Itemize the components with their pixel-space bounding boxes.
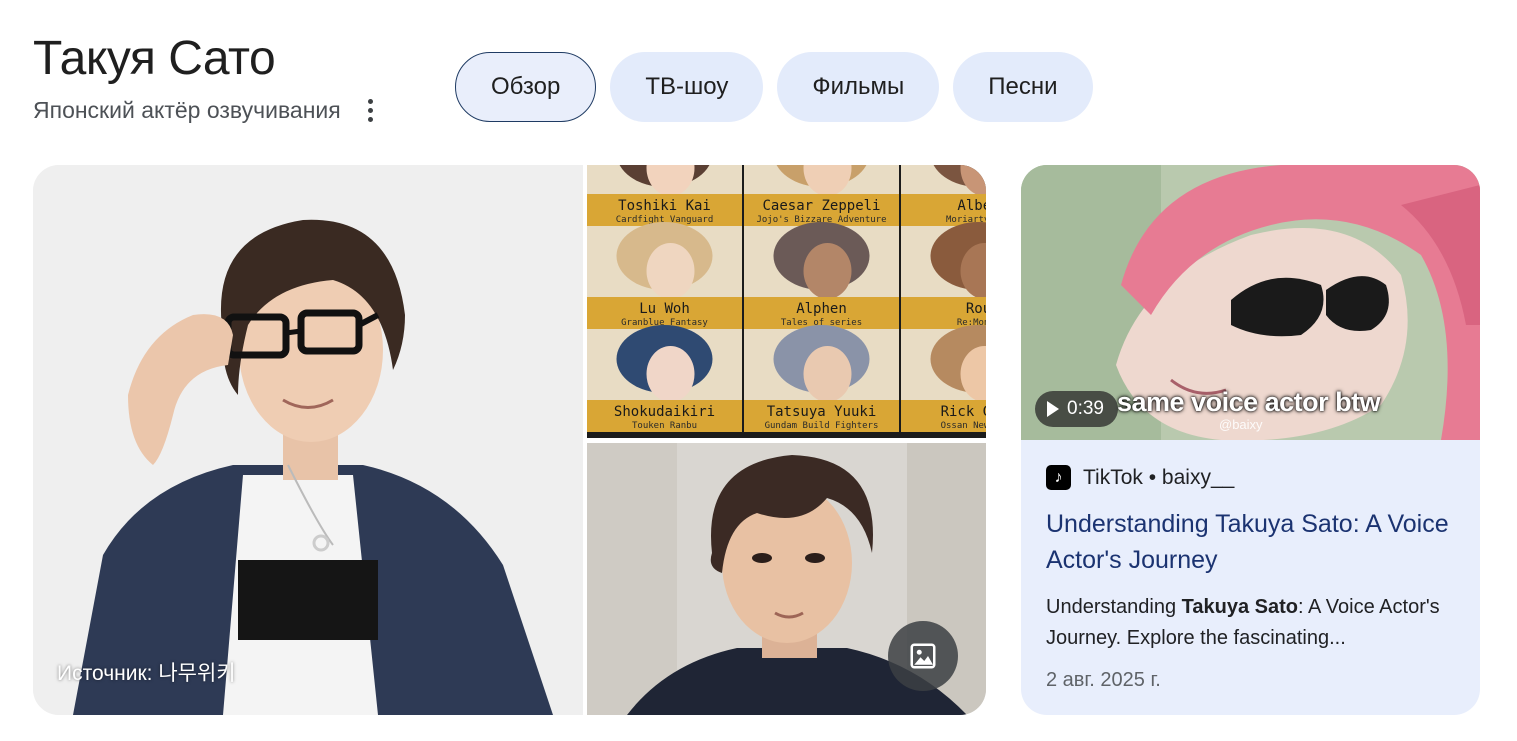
collage-character-name: Alber — [957, 198, 986, 214]
video-duration-badge: 0:39 — [1035, 391, 1118, 427]
collage-cell: Rick GlacOssan Newbie A — [901, 325, 986, 432]
tab-songs[interactable]: Песни — [953, 52, 1093, 122]
more-dot-icon — [368, 116, 374, 122]
video-snippet: Understanding Takuya Sato: A Voice Actor… — [1046, 592, 1460, 654]
collage-character-name: Lu Woh — [639, 301, 690, 317]
collage-character-name: Tatsuya Yuuki — [767, 404, 877, 420]
collage-series-name: Gundam Build Fighters — [765, 421, 879, 431]
more-options-button[interactable] — [359, 96, 383, 124]
subtitle-row: Японский актёр озвучивания — [33, 96, 383, 124]
play-icon — [1047, 401, 1059, 417]
collage-cell: Toshiki KaiCardfight Vanguard — [587, 165, 742, 226]
collage-cell: AlberMoriarty the — [901, 165, 986, 226]
collage-character-name: Rou — [966, 301, 986, 317]
collage-cell: Caesar ZeppeliJojo's Bizzare Adventure — [744, 165, 899, 226]
filter-tabs: Обзор ТВ-шоу Фильмы Песни — [455, 52, 1093, 122]
thumbnail-caption: same voice actor btw — [1117, 387, 1381, 417]
collage-character-name: Shokudaikiri — [614, 404, 715, 420]
tab-tv-shows[interactable]: ТВ-шоу — [610, 52, 764, 122]
snippet-highlight: Takuya Sato — [1181, 596, 1298, 618]
portrait-photo[interactable]: Источник: 나무위키 — [33, 165, 583, 715]
collage-character-name: Rick Glac — [941, 404, 986, 420]
video-title[interactable]: Understanding Takuya Sato: A Voice Actor… — [1046, 506, 1460, 578]
collage-character-name: Toshiki Kai — [618, 198, 711, 214]
video-info: ♪ TikTok • baixy__ Understanding Takuya … — [1046, 465, 1460, 692]
character-collage[interactable]: Toshiki Kai Cardfight Vanguard Caesar Zepp… — [587, 165, 986, 438]
collage-cell: Tatsuya YuukiGundam Build Fighters — [744, 325, 899, 432]
tiktok-icon: ♪ — [1046, 465, 1071, 490]
thumbnail-watermark: @baixy — [1219, 417, 1263, 432]
collage-series-name: Ossan Newbie A — [941, 421, 986, 431]
video-source-row: ♪ TikTok • baixy__ — [1046, 465, 1460, 490]
collage-cell: Lu WohGranblue Fantasy — [587, 222, 742, 329]
more-dot-icon — [368, 107, 374, 113]
entity-subtitle: Японский актёр озвучивания — [33, 96, 341, 123]
image-source-label: Источник: 나무위키 — [57, 662, 236, 685]
video-source: TikTok • baixy__ — [1083, 465, 1235, 489]
image-gallery-card: Источник: 나무위키 Toshiki Kai Cardfight Vang… — [33, 165, 986, 715]
more-dot-icon — [368, 98, 374, 104]
collage-grid: Toshiki KaiCardfight VanguardCaesar Zepp… — [587, 165, 986, 432]
tab-movies[interactable]: Фильмы — [777, 52, 940, 122]
image-icon — [910, 643, 936, 669]
collage-character-name: Caesar Zeppeli — [762, 198, 880, 214]
video-thumbnail[interactable]: same voice actor btw @baixy 0:39 — [1021, 165, 1480, 440]
entity-header: Такуя Сато Японский актёр озвучивания — [33, 30, 383, 124]
snippet-text: Understanding — [1046, 596, 1182, 618]
video-card[interactable]: same voice actor btw @baixy 0:39 ♪ TikTo… — [1021, 165, 1480, 715]
portrait-illustration — [33, 165, 583, 715]
collage-cell: ShokudaikiriTouken Ranbu — [587, 325, 742, 432]
page-title: Такуя Сато — [33, 32, 276, 85]
collage-cell: RouRe:Monst — [901, 222, 986, 329]
video-duration: 0:39 — [1067, 398, 1104, 419]
view-images-button[interactable] — [888, 621, 958, 691]
headshot-photo[interactable] — [587, 443, 986, 715]
collage-character-name: Alphen — [796, 301, 847, 317]
video-date: 2 авг. 2025 г. — [1046, 669, 1161, 691]
collage-series-name: Touken Ranbu — [632, 421, 697, 431]
collage-cell: AlphenTales of series — [744, 222, 899, 329]
tab-overview[interactable]: Обзор — [455, 52, 597, 122]
